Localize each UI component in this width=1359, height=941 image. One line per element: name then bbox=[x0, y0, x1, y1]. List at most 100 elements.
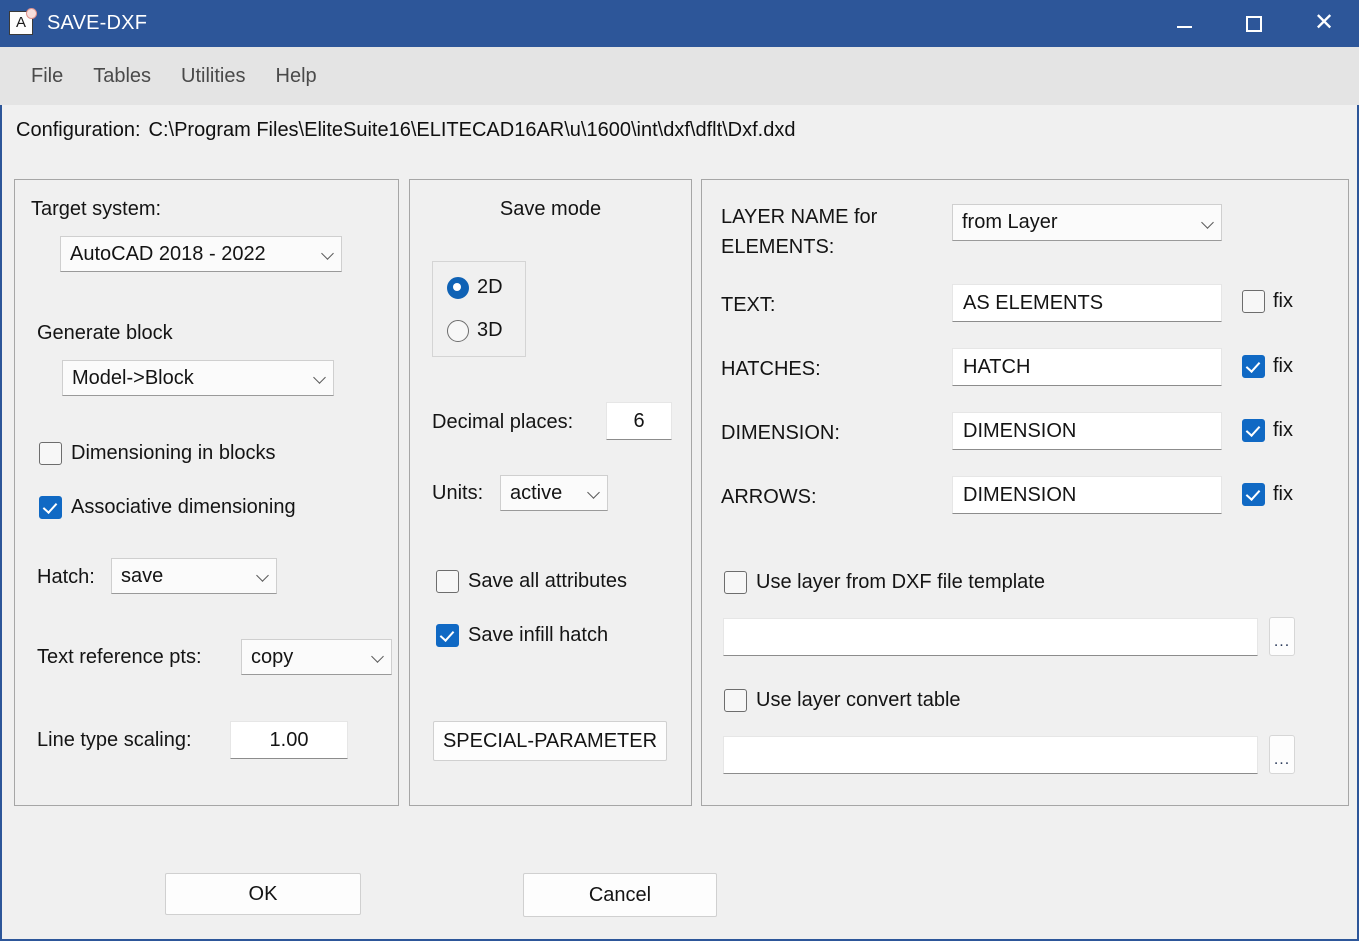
layer-name-value: from Layer bbox=[962, 211, 1195, 234]
associative-dimensioning-label: Associative dimensioning bbox=[71, 496, 296, 519]
save-infill-hatch-label: Save infill hatch bbox=[468, 624, 608, 647]
decimal-places-input[interactable]: 6 bbox=[606, 402, 672, 440]
use-layer-from-template-checkbox[interactable]: Use layer from DXF file template bbox=[724, 571, 1045, 594]
generate-block-value: Model->Block bbox=[72, 367, 307, 390]
checkbox-unchecked-icon bbox=[39, 442, 62, 465]
checkbox-unchecked-icon bbox=[436, 570, 459, 593]
text-reference-pts-label: Text reference pts: bbox=[37, 646, 202, 669]
minimize-button[interactable] bbox=[1149, 0, 1219, 47]
fix-label: fix bbox=[1273, 419, 1293, 442]
text-row-input[interactable]: AS ELEMENTS bbox=[952, 284, 1222, 322]
checkbox-checked-icon bbox=[1242, 355, 1265, 378]
checkbox-checked-icon bbox=[1242, 483, 1265, 506]
fix-label: fix bbox=[1273, 355, 1293, 378]
dimension-row-input[interactable]: DIMENSION bbox=[952, 412, 1222, 450]
maximize-icon bbox=[1246, 16, 1262, 32]
arrows-row-fix-checkbox[interactable]: fix bbox=[1242, 483, 1293, 506]
radio-selected-icon bbox=[447, 277, 469, 299]
arrows-row-label: ARROWS: bbox=[721, 486, 817, 509]
checkbox-unchecked-icon bbox=[724, 689, 747, 712]
layer-convert-table-browse-button[interactable]: ... bbox=[1269, 735, 1295, 774]
units-value: active bbox=[510, 482, 581, 505]
units-dropdown[interactable]: active bbox=[500, 475, 608, 511]
save-all-attributes-label: Save all attributes bbox=[468, 570, 627, 593]
minimize-icon bbox=[1177, 26, 1192, 28]
decimal-places-label: Decimal places: bbox=[432, 411, 573, 434]
generate-block-dropdown[interactable]: Model->Block bbox=[62, 360, 334, 396]
chevron-down-icon bbox=[371, 650, 385, 664]
close-icon: ✕ bbox=[1314, 11, 1334, 35]
window-controls: ✕ bbox=[1149, 0, 1359, 47]
checkbox-checked-icon bbox=[39, 496, 62, 519]
text-reference-pts-dropdown[interactable]: copy bbox=[241, 639, 392, 675]
save-all-attributes-checkbox[interactable]: Save all attributes bbox=[436, 570, 627, 593]
save-mode-title: Save mode bbox=[410, 198, 691, 221]
associative-dimensioning-checkbox[interactable]: Associative dimensioning bbox=[39, 496, 296, 519]
checkbox-checked-icon bbox=[1242, 419, 1265, 442]
layer-name-dropdown[interactable]: from Layer bbox=[952, 204, 1222, 241]
hatch-dropdown[interactable]: save bbox=[111, 558, 277, 594]
units-label: Units: bbox=[432, 482, 483, 505]
maximize-button[interactable] bbox=[1219, 0, 1289, 47]
layer-name-label-line1: LAYER NAME for bbox=[721, 202, 877, 232]
checkbox-checked-icon bbox=[436, 624, 459, 647]
special-parameter-button[interactable]: SPECIAL-PARAMETER bbox=[433, 721, 667, 761]
line-type-scaling-input[interactable]: 1.00 bbox=[230, 721, 348, 759]
chevron-down-icon bbox=[1201, 216, 1215, 230]
fix-label: fix bbox=[1273, 290, 1293, 313]
autocad-document-icon: A bbox=[9, 11, 35, 37]
menu-item-file[interactable]: File bbox=[16, 61, 78, 92]
chevron-down-icon bbox=[587, 486, 601, 500]
use-layer-convert-table-checkbox[interactable]: Use layer convert table bbox=[724, 689, 961, 712]
hatch-label: Hatch: bbox=[37, 566, 95, 589]
target-settings-panel: Target system: AutoCAD 2018 - 2022 Gener… bbox=[14, 179, 399, 806]
save-infill-hatch-checkbox[interactable]: Save infill hatch bbox=[436, 624, 608, 647]
checkbox-unchecked-icon bbox=[724, 571, 747, 594]
panels-container: Target system: AutoCAD 2018 - 2022 Gener… bbox=[14, 179, 1350, 806]
menu-item-tables[interactable]: Tables bbox=[78, 61, 166, 92]
window-title: SAVE-DXF bbox=[47, 12, 147, 35]
chevron-down-icon bbox=[321, 247, 335, 261]
dimension-row-label: DIMENSION: bbox=[721, 422, 840, 445]
layer-convert-table-path-input[interactable] bbox=[723, 736, 1258, 774]
hatches-row-fix-checkbox[interactable]: fix bbox=[1242, 355, 1293, 378]
use-layer-convert-table-label: Use layer convert table bbox=[756, 689, 961, 712]
hatches-row-label: HATCHES: bbox=[721, 358, 821, 381]
badge-icon bbox=[26, 8, 37, 19]
menu-item-utilities[interactable]: Utilities bbox=[166, 61, 260, 92]
save-dxf-dialog-window: A SAVE-DXF ✕ File Tables Utilities Help … bbox=[0, 0, 1359, 941]
text-reference-pts-value: copy bbox=[251, 646, 365, 669]
cancel-button[interactable]: Cancel bbox=[523, 873, 717, 917]
dimensioning-in-blocks-label: Dimensioning in blocks bbox=[71, 442, 276, 465]
layer-name-panel: LAYER NAME for ELEMENTS: from Layer TEXT… bbox=[701, 179, 1349, 806]
save-mode-3d-radio[interactable]: 3D bbox=[447, 319, 525, 342]
menu-bar: File Tables Utilities Help bbox=[0, 47, 1359, 105]
use-layer-from-template-label: Use layer from DXF file template bbox=[756, 571, 1045, 594]
chevron-down-icon bbox=[313, 371, 327, 385]
target-system-label: Target system: bbox=[31, 198, 161, 221]
dimensioning-in-blocks-checkbox[interactable]: Dimensioning in blocks bbox=[39, 442, 276, 465]
dimension-row-fix-checkbox[interactable]: fix bbox=[1242, 419, 1293, 442]
generate-block-label: Generate block bbox=[37, 322, 173, 345]
save-mode-3d-label: 3D bbox=[477, 319, 503, 342]
chevron-down-icon bbox=[256, 569, 270, 583]
hatches-row-input[interactable]: HATCH bbox=[952, 348, 1222, 386]
configuration-path: C:\Program Files\EliteSuite16\ELITECAD16… bbox=[149, 119, 796, 142]
text-row-fix-checkbox[interactable]: fix bbox=[1242, 290, 1293, 313]
fix-label: fix bbox=[1273, 483, 1293, 506]
ok-button[interactable]: OK bbox=[165, 873, 361, 915]
close-button[interactable]: ✕ bbox=[1289, 0, 1359, 47]
target-system-value: AutoCAD 2018 - 2022 bbox=[70, 243, 315, 266]
configuration-line: Configuration: C:\Program Files\EliteSui… bbox=[2, 105, 1357, 155]
save-mode-panel: Save mode 2D 3D Decimal places: 6 Units:… bbox=[409, 179, 692, 806]
save-mode-radio-group: 2D 3D bbox=[432, 261, 526, 357]
dxf-template-browse-button[interactable]: ... bbox=[1269, 617, 1295, 656]
target-system-dropdown[interactable]: AutoCAD 2018 - 2022 bbox=[60, 236, 342, 272]
hatch-value: save bbox=[121, 565, 250, 588]
save-mode-2d-radio[interactable]: 2D bbox=[447, 276, 525, 299]
arrows-row-input[interactable]: DIMENSION bbox=[952, 476, 1222, 514]
dxf-template-path-input[interactable] bbox=[723, 618, 1258, 656]
line-type-scaling-label: Line type scaling: bbox=[37, 729, 192, 752]
menu-item-help[interactable]: Help bbox=[261, 61, 332, 92]
layer-name-label: LAYER NAME for ELEMENTS: bbox=[721, 202, 877, 262]
